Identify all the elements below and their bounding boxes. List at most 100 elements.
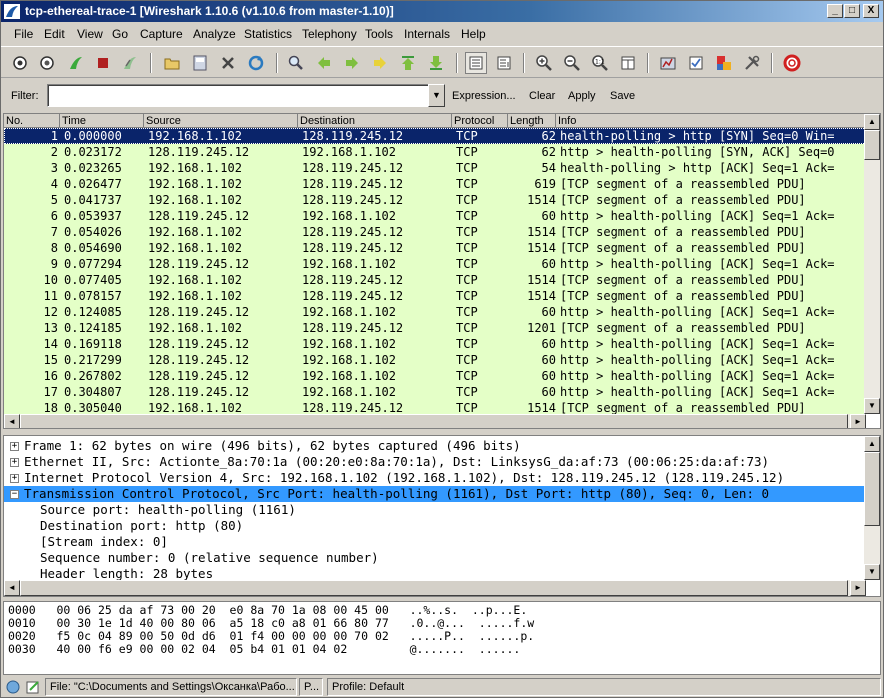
detail-tree-item[interactable]: Destination port: http (80) bbox=[4, 518, 866, 534]
packet-list-vscrollbar[interactable]: ▲ ▼ bbox=[864, 114, 880, 414]
interface-list-icon[interactable] bbox=[9, 52, 31, 74]
packet-row[interactable]: 9 0.077294 128.119.245.12 192.168.1.102 TCP 6… bbox=[4, 256, 866, 272]
expander-toggle[interactable]: + bbox=[10, 474, 19, 483]
colorize-icon[interactable] bbox=[465, 52, 487, 74]
save-file-icon[interactable] bbox=[189, 52, 211, 74]
column-header-protocol[interactable]: Protocol bbox=[452, 114, 508, 128]
details-hscrollbar[interactable]: ◄ ► bbox=[4, 580, 866, 596]
packet-row[interactable]: 4 0.026477 192.168.1.102 128.119.245.12 TCP 6… bbox=[4, 176, 866, 192]
menu-view[interactable]: View bbox=[77, 27, 103, 41]
expression-button[interactable]: Expression... bbox=[452, 90, 516, 102]
detail-tree-item[interactable]: − Transmission Control Protocol, Src Port… bbox=[4, 486, 866, 502]
capture-filters-icon[interactable] bbox=[657, 52, 679, 74]
packet-row[interactable]: 14 0.169118 128.119.245.12 192.168.1.102 TCP… bbox=[4, 336, 866, 352]
detail-tree-item[interactable]: + Ethernet II, Src: Actionte_8a:70:1a (00… bbox=[4, 454, 866, 470]
packet-row[interactable]: 13 0.124185 192.168.1.102 128.119.245.12 TCP… bbox=[4, 320, 866, 336]
packet-list-hscrollbar[interactable]: ◄ ► bbox=[4, 414, 866, 428]
menu-capture[interactable]: Capture bbox=[140, 27, 183, 41]
scroll-right-button[interactable]: ► bbox=[850, 414, 866, 428]
title-bar[interactable]: tcp-ethereal-trace-1 [Wireshark 1.10.6 (… bbox=[1, 1, 883, 22]
scroll-down-button[interactable]: ▼ bbox=[864, 564, 880, 580]
filter-dropdown-button[interactable]: ▼ bbox=[428, 84, 445, 107]
scroll-left-button[interactable]: ◄ bbox=[4, 580, 20, 596]
expander-toggle[interactable]: + bbox=[10, 458, 19, 467]
column-header-no[interactable]: No. bbox=[4, 114, 60, 128]
save-filter-button[interactable]: Save bbox=[610, 90, 635, 102]
close-button[interactable]: X bbox=[863, 4, 879, 18]
resize-columns-icon[interactable] bbox=[617, 52, 639, 74]
zoom-normal-icon[interactable]: 1:1 bbox=[589, 52, 611, 74]
status-profile[interactable]: Profile: Default bbox=[327, 678, 881, 696]
expander-toggle[interactable]: + bbox=[10, 442, 19, 451]
stop-capture-icon[interactable] bbox=[92, 52, 114, 74]
packet-row[interactable]: 15 0.217299 128.119.245.12 192.168.1.102 TCP… bbox=[4, 352, 866, 368]
packet-row[interactable]: 17 0.304807 128.119.245.12 192.168.1.102 TCP… bbox=[4, 384, 866, 400]
packet-row[interactable]: 6 0.053937 128.119.245.12 192.168.1.102 TCP 6… bbox=[4, 208, 866, 224]
expander-toggle[interactable]: − bbox=[10, 490, 19, 499]
column-header-destination[interactable]: Destination bbox=[298, 114, 452, 128]
packet-row[interactable]: 12 0.124085 128.119.245.12 192.168.1.102 TCP… bbox=[4, 304, 866, 320]
go-forward-icon[interactable] bbox=[341, 52, 363, 74]
menu-go[interactable]: Go bbox=[112, 27, 128, 41]
scroll-up-button[interactable]: ▲ bbox=[864, 114, 880, 130]
coloring-rules-icon[interactable] bbox=[713, 52, 735, 74]
scroll-up-button[interactable]: ▲ bbox=[864, 436, 880, 452]
scroll-thumb[interactable] bbox=[864, 452, 880, 526]
packet-row[interactable]: 2 0.023172 128.119.245.12 192.168.1.102 TCP 6… bbox=[4, 144, 866, 160]
menu-file[interactable]: File bbox=[14, 27, 33, 41]
menu-analyze[interactable]: Analyze bbox=[193, 27, 236, 41]
clear-button[interactable]: Clear bbox=[529, 90, 555, 102]
maximize-button[interactable]: □ bbox=[844, 4, 860, 18]
details-vscrollbar[interactable]: ▲ ▼ bbox=[864, 436, 880, 580]
hscroll-thumb[interactable] bbox=[20, 580, 848, 596]
packet-row[interactable]: 5 0.041737 192.168.1.102 128.119.245.12 TCP 1… bbox=[4, 192, 866, 208]
display-filters-icon[interactable] bbox=[685, 52, 707, 74]
restart-capture-icon[interactable] bbox=[119, 52, 141, 74]
detail-tree-item[interactable]: Sequence number: 0 (relative sequence nu… bbox=[4, 550, 866, 566]
bytes-row[interactable]: 0030 40 00 f6 e9 00 00 02 04 05 b4 01 01… bbox=[8, 643, 520, 656]
reload-icon[interactable] bbox=[245, 52, 267, 74]
packet-row[interactable]: 1 0.000000 192.168.1.102 128.119.245.12 TCP 6… bbox=[4, 128, 866, 144]
minimize-button[interactable]: _ bbox=[827, 4, 843, 18]
menu-internals[interactable]: Internals bbox=[404, 27, 450, 41]
detail-tree-item[interactable]: [Stream index: 0] bbox=[4, 534, 866, 550]
help-icon[interactable] bbox=[781, 52, 803, 74]
go-last-icon[interactable] bbox=[425, 52, 447, 74]
expert-info-icon[interactable] bbox=[5, 679, 21, 695]
column-header-info[interactable]: Info bbox=[556, 114, 880, 128]
column-header-time[interactable]: Time bbox=[60, 114, 144, 128]
column-header-length[interactable]: Length bbox=[508, 114, 556, 128]
packet-row[interactable]: 10 0.077405 192.168.1.102 128.119.245.12 TCP… bbox=[4, 272, 866, 288]
menu-tools[interactable]: Tools bbox=[365, 27, 393, 41]
scroll-left-button[interactable]: ◄ bbox=[4, 414, 20, 428]
go-to-packet-icon[interactable] bbox=[369, 52, 391, 74]
packet-row[interactable]: 7 0.054026 192.168.1.102 128.119.245.12 TCP 1… bbox=[4, 224, 866, 240]
capture-comment-icon[interactable] bbox=[25, 679, 41, 695]
menu-statistics[interactable]: Statistics bbox=[244, 27, 292, 41]
apply-button[interactable]: Apply bbox=[568, 90, 596, 102]
menu-help[interactable]: Help bbox=[461, 27, 486, 41]
auto-scroll-icon[interactable] bbox=[493, 52, 515, 74]
menu-edit[interactable]: Edit bbox=[44, 27, 65, 41]
packet-row[interactable]: 3 0.023265 192.168.1.102 128.119.245.12 TCP 5… bbox=[4, 160, 866, 176]
detail-tree-item[interactable]: + Frame 1: 62 bytes on wire (496 bits), 6… bbox=[4, 438, 866, 454]
detail-tree-item[interactable]: + Internet Protocol Version 4, Src: 192.1… bbox=[4, 470, 866, 486]
zoom-in-icon[interactable] bbox=[533, 52, 555, 74]
open-file-icon[interactable] bbox=[161, 52, 183, 74]
scroll-thumb[interactable] bbox=[864, 130, 880, 160]
column-header-source[interactable]: Source bbox=[144, 114, 298, 128]
scroll-down-button[interactable]: ▼ bbox=[864, 398, 880, 414]
close-file-icon[interactable] bbox=[217, 52, 239, 74]
capture-options-icon[interactable] bbox=[36, 52, 58, 74]
packet-row[interactable]: 8 0.054690 192.168.1.102 128.119.245.12 TCP 1… bbox=[4, 240, 866, 256]
detail-tree-item[interactable]: Source port: health-polling (1161) bbox=[4, 502, 866, 518]
scroll-right-button[interactable]: ► bbox=[850, 580, 866, 596]
go-first-icon[interactable] bbox=[397, 52, 419, 74]
start-capture-icon[interactable] bbox=[65, 52, 87, 74]
filter-input[interactable] bbox=[47, 84, 429, 107]
find-packet-icon[interactable] bbox=[285, 52, 307, 74]
zoom-out-icon[interactable] bbox=[561, 52, 583, 74]
go-back-icon[interactable] bbox=[313, 52, 335, 74]
preferences-icon[interactable] bbox=[741, 52, 763, 74]
hscroll-thumb[interactable] bbox=[20, 414, 848, 428]
